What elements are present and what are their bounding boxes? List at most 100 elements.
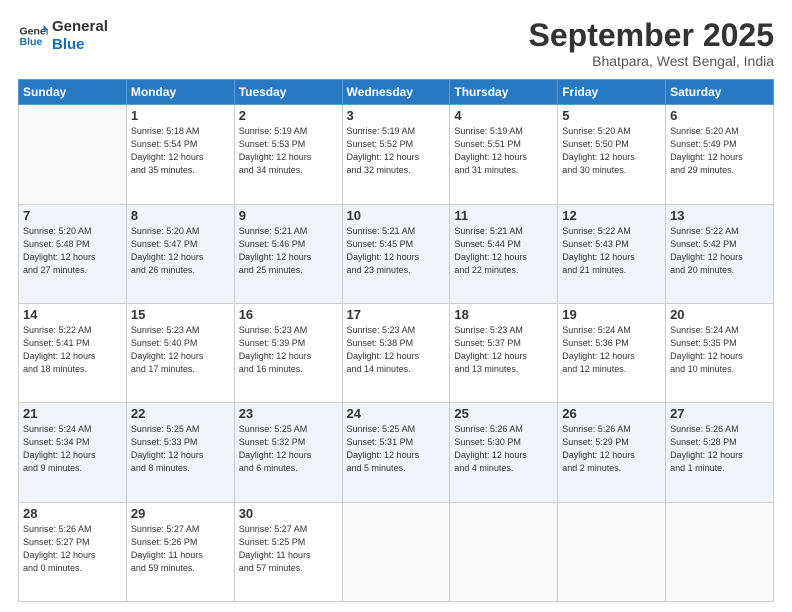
calendar-cell: 30Sunrise: 5:27 AMSunset: 5:25 PMDayligh… (234, 502, 342, 601)
day-info: Sunrise: 5:21 AMSunset: 5:46 PMDaylight:… (239, 225, 338, 277)
day-number: 23 (239, 406, 338, 421)
calendar-cell: 23 Sunrise: 5:25 AMSunset: 5:32 PMDayligh… (234, 403, 342, 502)
day-info: Sunrise: 5:20 AMSunset: 5:50 PMDaylight:… (562, 125, 661, 177)
day-info: Sunrise: 5:22 AMSunset: 5:42 PMDaylight:… (670, 225, 769, 277)
day-number: 13 (670, 208, 769, 223)
calendar-cell: 8 Sunrise: 5:20 AMSunset: 5:47 PMDaylight… (126, 204, 234, 303)
day-info: Sunrise: 5:25 AMSunset: 5:33 PMDaylight:… (131, 423, 230, 475)
day-info: Sunrise: 5:19 AMSunset: 5:53 PMDaylight:… (239, 125, 338, 177)
day-header-friday: Friday (558, 80, 666, 105)
calendar-cell (666, 502, 774, 601)
calendar-cell: 11Sunrise: 5:21 AMSunset: 5:44 PMDayligh… (450, 204, 558, 303)
day-number: 2 (239, 108, 338, 123)
calendar-cell: 18 Sunrise: 5:23 AMSunset: 5:37 PMDayligh… (450, 303, 558, 402)
calendar-cell: 24Sunrise: 5:25 AMSunset: 5:31 PMDayligh… (342, 403, 450, 502)
calendar-cell (558, 502, 666, 601)
calendar-body: 1 Sunrise: 5:18 AMSunset: 5:54 PMDaylight… (19, 105, 774, 602)
calendar-cell: 19Sunrise: 5:24 AMSunset: 5:36 PMDayligh… (558, 303, 666, 402)
day-info: Sunrise: 5:18 AMSunset: 5:54 PMDaylight:… (131, 125, 230, 177)
calendar-cell: 21 Sunrise: 5:24 AMSunset: 5:34 PMDayligh… (19, 403, 127, 502)
day-header-thursday: Thursday (450, 80, 558, 105)
month-title: September 2025 (529, 18, 774, 53)
day-number: 16 (239, 307, 338, 322)
calendar-week-row: 1 Sunrise: 5:18 AMSunset: 5:54 PMDaylight… (19, 105, 774, 204)
day-number: 21 (23, 406, 122, 421)
day-header-sunday: Sunday (19, 80, 127, 105)
calendar-cell: 27Sunrise: 5:26 AMSunset: 5:28 PMDayligh… (666, 403, 774, 502)
calendar-cell (450, 502, 558, 601)
day-info: Sunrise: 5:23 AMSunset: 5:37 PMDaylight:… (454, 324, 553, 376)
calendar-cell: 15Sunrise: 5:23 AMSunset: 5:40 PMDayligh… (126, 303, 234, 402)
day-number: 26 (562, 406, 661, 421)
title-block: September 2025 Bhatpara, West Bengal, In… (529, 18, 774, 69)
calendar-cell: 28 Sunrise: 5:26 AMSunset: 5:27 PMDayligh… (19, 502, 127, 601)
calendar-header-row: SundayMondayTuesdayWednesdayThursdayFrid… (19, 80, 774, 105)
day-info: Sunrise: 5:25 AMSunset: 5:32 PMDaylight:… (239, 423, 338, 475)
calendar-week-row: 21 Sunrise: 5:24 AMSunset: 5:34 PMDayligh… (19, 403, 774, 502)
calendar-cell (19, 105, 127, 204)
calendar-cell: 9Sunrise: 5:21 AMSunset: 5:46 PMDaylight… (234, 204, 342, 303)
day-number: 17 (347, 307, 446, 322)
day-info: Sunrise: 5:20 AMSunset: 5:48 PMDaylight:… (23, 225, 122, 277)
calendar: SundayMondayTuesdayWednesdayThursdayFrid… (18, 79, 774, 602)
day-header-monday: Monday (126, 80, 234, 105)
day-header-wednesday: Wednesday (342, 80, 450, 105)
day-number: 15 (131, 307, 230, 322)
day-number: 4 (454, 108, 553, 123)
calendar-cell: 10Sunrise: 5:21 AMSunset: 5:45 PMDayligh… (342, 204, 450, 303)
day-info: Sunrise: 5:19 AMSunset: 5:52 PMDaylight:… (347, 125, 446, 177)
day-info: Sunrise: 5:20 AMSunset: 5:47 PMDaylight:… (131, 225, 230, 277)
day-number: 18 (454, 307, 553, 322)
day-info: Sunrise: 5:26 AMSunset: 5:28 PMDaylight:… (670, 423, 769, 475)
day-info: Sunrise: 5:27 AMSunset: 5:25 PMDaylight:… (239, 523, 338, 575)
day-info: Sunrise: 5:23 AMSunset: 5:38 PMDaylight:… (347, 324, 446, 376)
day-number: 10 (347, 208, 446, 223)
calendar-cell: 26 Sunrise: 5:26 AMSunset: 5:29 PMDayligh… (558, 403, 666, 502)
day-number: 7 (23, 208, 122, 223)
day-info: Sunrise: 5:19 AMSunset: 5:51 PMDaylight:… (454, 125, 553, 177)
day-info: Sunrise: 5:26 AMSunset: 5:29 PMDaylight:… (562, 423, 661, 475)
calendar-week-row: 28 Sunrise: 5:26 AMSunset: 5:27 PMDayligh… (19, 502, 774, 601)
day-info: Sunrise: 5:25 AMSunset: 5:31 PMDaylight:… (347, 423, 446, 475)
day-info: Sunrise: 5:22 AMSunset: 5:41 PMDaylight:… (23, 324, 122, 376)
calendar-cell: 3Sunrise: 5:19 AMSunset: 5:52 PMDaylight… (342, 105, 450, 204)
calendar-cell: 20Sunrise: 5:24 AMSunset: 5:35 PMDayligh… (666, 303, 774, 402)
day-number: 12 (562, 208, 661, 223)
calendar-cell: 1 Sunrise: 5:18 AMSunset: 5:54 PMDaylight… (126, 105, 234, 204)
calendar-cell: 6 Sunrise: 5:20 AMSunset: 5:49 PMDaylight… (666, 105, 774, 204)
day-info: Sunrise: 5:26 AMSunset: 5:30 PMDaylight:… (454, 423, 553, 475)
day-number: 20 (670, 307, 769, 322)
calendar-cell: 12Sunrise: 5:22 AMSunset: 5:43 PMDayligh… (558, 204, 666, 303)
calendar-cell: 16 Sunrise: 5:23 AMSunset: 5:39 PMDayligh… (234, 303, 342, 402)
calendar-cell: 17 Sunrise: 5:23 AMSunset: 5:38 PMDayligh… (342, 303, 450, 402)
day-number: 25 (454, 406, 553, 421)
calendar-week-row: 14 Sunrise: 5:22 AMSunset: 5:41 PMDayligh… (19, 303, 774, 402)
day-header-saturday: Saturday (666, 80, 774, 105)
day-info: Sunrise: 5:20 AMSunset: 5:49 PMDaylight:… (670, 125, 769, 177)
calendar-cell: 14 Sunrise: 5:22 AMSunset: 5:41 PMDayligh… (19, 303, 127, 402)
calendar-cell: 2 Sunrise: 5:19 AMSunset: 5:53 PMDaylight… (234, 105, 342, 204)
day-number: 28 (23, 506, 122, 521)
day-info: Sunrise: 5:23 AMSunset: 5:39 PMDaylight:… (239, 324, 338, 376)
calendar-cell (342, 502, 450, 601)
calendar-cell: 5 Sunrise: 5:20 AMSunset: 5:50 PMDaylight… (558, 105, 666, 204)
calendar-week-row: 7 Sunrise: 5:20 AMSunset: 5:48 PMDaylight… (19, 204, 774, 303)
calendar-cell: 25 Sunrise: 5:26 AMSunset: 5:30 PMDayligh… (450, 403, 558, 502)
day-number: 22 (131, 406, 230, 421)
day-number: 5 (562, 108, 661, 123)
day-info: Sunrise: 5:27 AMSunset: 5:26 PMDaylight:… (131, 523, 230, 575)
calendar-cell: 29Sunrise: 5:27 AMSunset: 5:26 PMDayligh… (126, 502, 234, 601)
day-number: 8 (131, 208, 230, 223)
logo: General Blue General Blue (18, 18, 108, 54)
day-number: 1 (131, 108, 230, 123)
day-info: Sunrise: 5:24 AMSunset: 5:34 PMDaylight:… (23, 423, 122, 475)
day-info: Sunrise: 5:26 AMSunset: 5:27 PMDaylight:… (23, 523, 122, 575)
day-number: 6 (670, 108, 769, 123)
location: Bhatpara, West Bengal, India (529, 53, 774, 69)
day-number: 14 (23, 307, 122, 322)
day-number: 11 (454, 208, 553, 223)
day-number: 19 (562, 307, 661, 322)
svg-text:Blue: Blue (20, 36, 43, 48)
calendar-cell: 13 Sunrise: 5:22 AMSunset: 5:42 PMDayligh… (666, 204, 774, 303)
header: General Blue General Blue September 2025… (18, 18, 774, 69)
